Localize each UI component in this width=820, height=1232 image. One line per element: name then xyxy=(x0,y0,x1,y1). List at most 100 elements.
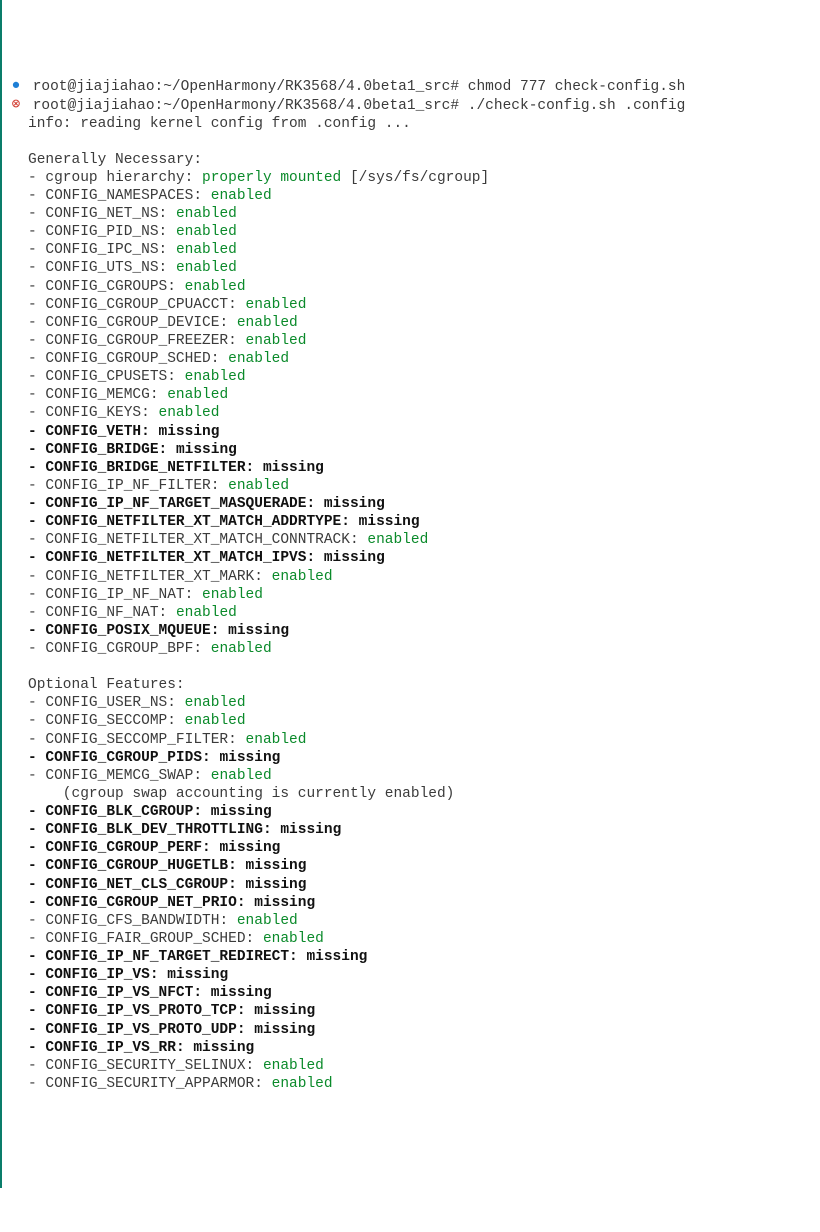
config-status: enabled xyxy=(185,279,246,295)
config-row: - CONFIG_IP_NF_TARGET_MASQUERADE: missin… xyxy=(10,495,812,513)
config-row: - CONFIG_SECCOMP_FILTER: enabled xyxy=(10,731,812,749)
config-row: - CONFIG_IP_VS_NFCT: missing xyxy=(10,984,812,1002)
config-name: CONFIG_MEMCG xyxy=(45,387,149,403)
colon: : xyxy=(141,405,158,421)
config-row: - CONFIG_IP_NF_FILTER: enabled xyxy=(10,477,812,495)
config-status: missing xyxy=(324,550,385,566)
dash: - xyxy=(28,695,45,711)
config-row: - CONFIG_CGROUP_PERF: missing xyxy=(10,839,812,857)
config-name: CONFIG_BLK_DEV_THROTTLING xyxy=(45,822,263,838)
colon: : xyxy=(185,587,202,603)
dash: - xyxy=(28,532,45,548)
config-status: missing xyxy=(211,804,272,820)
dash: - xyxy=(28,605,45,621)
config-name: - cgroup hierarchy: xyxy=(28,170,202,186)
config-status: enabled xyxy=(237,315,298,331)
colon: : xyxy=(167,713,184,729)
config-row: - CONFIG_SECCOMP: enabled xyxy=(10,712,812,730)
config-row: - CONFIG_IPC_NS: enabled xyxy=(10,241,812,259)
config-name: CONFIG_NAMESPACES xyxy=(45,188,193,204)
dash: - xyxy=(28,895,45,911)
config-name: CONFIG_NETFILTER_XT_MATCH_IPVS xyxy=(45,550,306,566)
config-name: CONFIG_CGROUP_PERF xyxy=(45,840,202,856)
dash: - xyxy=(28,569,45,585)
colon: : xyxy=(254,569,271,585)
config-status: enabled xyxy=(202,587,263,603)
config-row: - CONFIG_NETFILTER_XT_MATCH_ADDRTYPE: mi… xyxy=(10,513,812,531)
config-row: - CONFIG_IP_VS_PROTO_TCP: missing xyxy=(10,1002,812,1020)
config-row: - CONFIG_CGROUP_BPF: enabled xyxy=(10,640,812,658)
config-name: CONFIG_FAIR_GROUP_SCHED xyxy=(45,931,245,947)
config-status: enabled xyxy=(185,369,246,385)
config-status: missing xyxy=(306,949,367,965)
colon: : xyxy=(228,333,245,349)
config-row: - CONFIG_USER_NS: enabled xyxy=(10,694,812,712)
config-row: - CONFIG_VETH: missing xyxy=(10,423,812,441)
config-status: enabled xyxy=(211,768,272,784)
config-row: - CONFIG_MEMCG_SWAP: enabled xyxy=(10,767,812,785)
config-row: - CONFIG_BRIDGE_NETFILTER: missing xyxy=(10,459,812,477)
dash: - xyxy=(28,641,45,657)
shell-prompt: root@jiajiahao:~/OpenHarmony/RK3568/4.0b… xyxy=(24,97,459,113)
dash: - xyxy=(28,949,45,965)
config-status: enabled xyxy=(185,713,246,729)
dash: - xyxy=(28,1003,45,1019)
dash: - xyxy=(28,496,45,512)
swap-note: (cgroup swap accounting is currently ena… xyxy=(10,785,812,803)
dash: - xyxy=(28,315,45,331)
config-name: CONFIG_NETFILTER_XT_MATCH_CONNTRACK xyxy=(45,532,350,548)
dash: - xyxy=(28,931,45,947)
config-status: enabled xyxy=(246,333,307,349)
config-name: CONFIG_IP_NF_TARGET_REDIRECT xyxy=(45,949,289,965)
config-name: CONFIG_SECCOMP xyxy=(45,713,167,729)
dash: - xyxy=(28,188,45,204)
config-name: CONFIG_CGROUP_DEVICE xyxy=(45,315,219,331)
colon: : xyxy=(341,514,358,530)
colon: : xyxy=(159,605,176,621)
config-status: missing xyxy=(254,1022,315,1038)
colon: : xyxy=(159,224,176,240)
info-line: info: reading kernel config from .config… xyxy=(10,115,812,133)
config-name: CONFIG_CGROUP_NET_PRIO xyxy=(45,895,236,911)
colon: : xyxy=(159,242,176,258)
config-row: - CONFIG_BRIDGE: missing xyxy=(10,441,812,459)
colon: : xyxy=(211,351,228,367)
colon: : xyxy=(202,750,219,766)
config-row: - CONFIG_KEYS: enabled xyxy=(10,404,812,422)
config-row: - CONFIG_CGROUP_HUGETLB: missing xyxy=(10,857,812,875)
dash: - xyxy=(28,858,45,874)
config-row: - CONFIG_NET_CLS_CGROUP: missing xyxy=(10,876,812,894)
config-status: enabled xyxy=(176,260,237,276)
section-header-generally: Generally Necessary: xyxy=(10,151,812,169)
config-name: CONFIG_MEMCG_SWAP xyxy=(45,768,193,784)
prompt-line-2: ⊗ root@jiajiahao:~/OpenHarmony/RK3568/4.… xyxy=(10,96,812,115)
config-name: CONFIG_NET_NS xyxy=(45,206,158,222)
dash: - xyxy=(28,333,45,349)
config-name: CONFIG_IP_VS_NFCT xyxy=(45,985,193,1001)
colon: : xyxy=(193,804,210,820)
config-name: CONFIG_NETFILTER_XT_MARK xyxy=(45,569,254,585)
config-row: - CONFIG_IP_VS_RR: missing xyxy=(10,1039,812,1057)
config-name: CONFIG_USER_NS xyxy=(45,695,167,711)
colon: : xyxy=(167,695,184,711)
config-status: enabled xyxy=(246,732,307,748)
config-row: - CONFIG_IP_NF_NAT: enabled xyxy=(10,586,812,604)
config-row: - CONFIG_BLK_DEV_THROTTLING: missing xyxy=(10,821,812,839)
colon: : xyxy=(246,931,263,947)
config-name: CONFIG_VETH xyxy=(45,424,141,440)
colon: : xyxy=(211,623,228,639)
config-name: CONFIG_PID_NS xyxy=(45,224,158,240)
cgroup-line: - cgroup hierarchy: properly mounted [/s… xyxy=(10,169,812,187)
config-name: CONFIG_SECCOMP_FILTER xyxy=(45,732,228,748)
dash: - xyxy=(28,750,45,766)
colon: : xyxy=(211,478,228,494)
config-name: CONFIG_IP_NF_TARGET_MASQUERADE xyxy=(45,496,306,512)
dash: - xyxy=(28,260,45,276)
dash: - xyxy=(28,224,45,240)
config-row: - CONFIG_CFS_BANDWIDTH: enabled xyxy=(10,912,812,930)
config-status: enabled xyxy=(228,478,289,494)
colon: : xyxy=(263,822,280,838)
dash: - xyxy=(28,442,45,458)
colon: : xyxy=(193,768,210,784)
dash: - xyxy=(28,297,45,313)
